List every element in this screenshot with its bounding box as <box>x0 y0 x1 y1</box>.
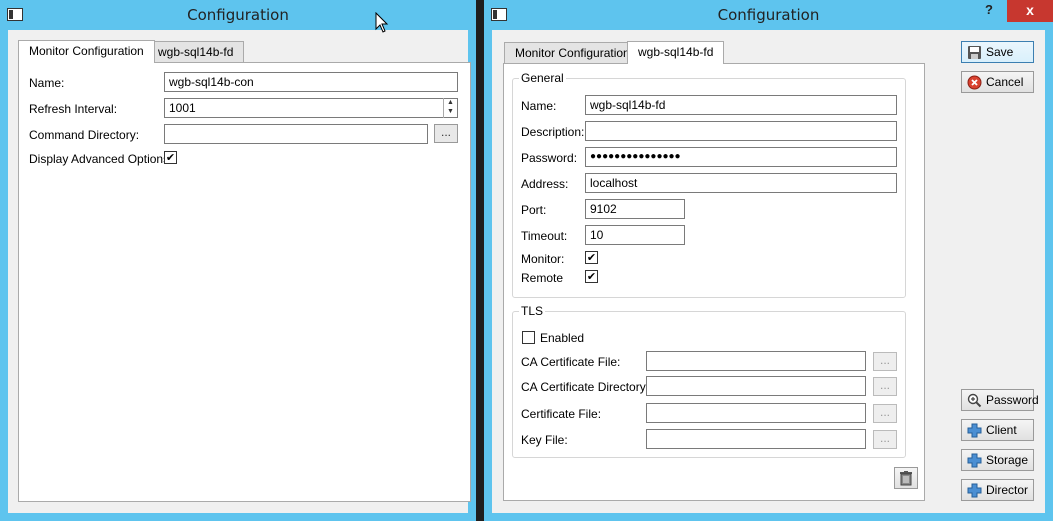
save-button-label: Save <box>986 45 1014 59</box>
close-button[interactable]: x <box>1007 0 1053 22</box>
display-advanced-label: Display Advanced Options: <box>29 152 173 166</box>
window-title: Configuration <box>717 6 820 24</box>
monitor-checkbox[interactable]: ✔ <box>585 251 598 264</box>
client-button-label: Client <box>986 423 1017 437</box>
ca-certificate-directory-browse-button[interactable]: ... <box>873 377 897 396</box>
remote-checkbox[interactable]: ✔ <box>585 270 598 283</box>
key-file-browse-button[interactable]: ... <box>873 430 897 449</box>
refresh-interval-label: Refresh Interval: <box>29 102 118 116</box>
delete-button[interactable] <box>894 467 918 489</box>
refresh-interval-stepper[interactable]: ▲ ▼ <box>443 98 457 118</box>
floppy-disk-icon <box>968 46 981 59</box>
plus-icon <box>967 453 982 468</box>
titlebar[interactable]: Configuration <box>0 0 476 30</box>
address-input[interactable]: localhost <box>585 173 897 193</box>
tls-enabled-label: Enabled <box>540 331 585 345</box>
command-directory-browse-button[interactable]: ... <box>434 124 458 143</box>
general-group: General Name: wgb-sql14b-fd Description:… <box>512 71 906 298</box>
timeout-input[interactable]: 10 <box>585 225 685 245</box>
tab-monitor-configuration[interactable]: Monitor Configuration <box>504 42 641 64</box>
ca-certificate-directory-input[interactable] <box>646 376 866 396</box>
description-label: Description: <box>521 125 585 139</box>
monitor-label: Monitor: <box>521 252 565 266</box>
password-button[interactable]: Password <box>961 389 1039 411</box>
cancel-button[interactable]: Cancel <box>961 71 1034 93</box>
timeout-label: Timeout: <box>521 229 568 243</box>
command-directory-label: Command Directory: <box>29 128 140 142</box>
checkmark-icon: ✔ <box>586 252 597 264</box>
tab-monitor-configuration[interactable]: Monitor Configuration <box>18 40 155 63</box>
tls-group-title: TLS <box>519 304 546 318</box>
window-title: Configuration <box>187 6 289 24</box>
client-area: Monitor Configuration wgb-sql14b-fd Name… <box>8 30 471 513</box>
ca-certificate-file-browse-button[interactable]: ... <box>873 352 897 371</box>
general-group-title: General <box>519 71 566 85</box>
name-input[interactable]: wgb-sql14b-fd <box>585 95 897 115</box>
tab-pane-fd: General Name: wgb-sql14b-fd Description:… <box>503 63 925 501</box>
titlebar[interactable]: Configuration ? x <box>484 0 1053 30</box>
name-input[interactable]: wgb-sql14b-con <box>164 72 458 92</box>
certificate-file-input[interactable] <box>646 403 866 423</box>
storage-button-label: Storage <box>986 453 1029 467</box>
ca-certificate-file-input[interactable] <box>646 351 866 371</box>
stepper-down-icon[interactable]: ▼ <box>444 107 457 116</box>
add-director-button[interactable]: Director <box>961 479 1034 501</box>
help-button[interactable]: ? <box>972 0 1006 22</box>
password-button-label: Password <box>986 393 1039 407</box>
tab-wgb-sql14b-fd[interactable]: wgb-sql14b-fd <box>147 41 245 63</box>
mouse-cursor-icon <box>375 12 389 33</box>
password-label: Password: <box>521 151 578 165</box>
remote-label: Remote <box>521 271 564 285</box>
ca-certificate-file-label: CA Certificate File: <box>521 355 621 369</box>
command-directory-input[interactable] <box>164 124 428 144</box>
add-storage-button[interactable]: Storage <box>961 449 1034 471</box>
key-file-input[interactable] <box>646 429 866 449</box>
address-label: Address: <box>521 177 569 191</box>
director-button-label: Director <box>986 483 1029 497</box>
ca-certificate-directory-label: CA Certificate Directory: <box>521 380 650 394</box>
refresh-interval-input[interactable]: 1001 ▲ ▼ <box>164 98 458 118</box>
add-client-button[interactable]: Client <box>961 419 1034 441</box>
tab-pane-monitor: Name: wgb-sql14b-con Refresh Interval: 1… <box>18 62 471 502</box>
stepper-up-icon[interactable]: ▲ <box>444 98 457 107</box>
tls-group: TLS Enabled CA Certificate File: ... CA … <box>512 304 906 458</box>
checkmark-icon: ✔ <box>586 271 597 283</box>
tls-enabled-checkbox[interactable] <box>522 331 535 344</box>
description-input[interactable] <box>585 121 897 141</box>
port-label: Port: <box>521 203 547 217</box>
port-input[interactable]: 9102 <box>585 199 685 219</box>
magnifier-icon <box>967 393 982 408</box>
password-input[interactable]: ●●●●●●●●●●●●●●● <box>585 147 897 167</box>
refresh-interval-value: 1001 <box>169 101 196 115</box>
display-advanced-checkbox[interactable]: ✔ <box>164 151 177 164</box>
save-button[interactable]: Save <box>961 41 1034 63</box>
plus-icon <box>967 423 982 438</box>
key-file-label: Key File: <box>521 433 568 447</box>
tab-wgb-sql14b-fd[interactable]: wgb-sql14b-fd <box>627 41 725 64</box>
name-label: Name: <box>29 76 65 90</box>
config-window-left: Configuration Monitor Configuration wgb-… <box>0 0 476 521</box>
client-area: Monitor Configuration wgb-sql14b-fd Gene… <box>492 30 1045 513</box>
cancel-button-label: Cancel <box>986 75 1024 89</box>
checkmark-icon: ✔ <box>165 152 176 164</box>
config-window-right: Configuration ? x Monitor Configuration … <box>484 0 1053 521</box>
name-label: Name: <box>521 99 557 113</box>
trash-icon <box>900 471 912 486</box>
cancel-icon <box>967 75 982 90</box>
certificate-file-browse-button[interactable]: ... <box>873 404 897 423</box>
plus-icon <box>967 483 982 498</box>
certificate-file-label: Certificate File: <box>521 407 602 421</box>
